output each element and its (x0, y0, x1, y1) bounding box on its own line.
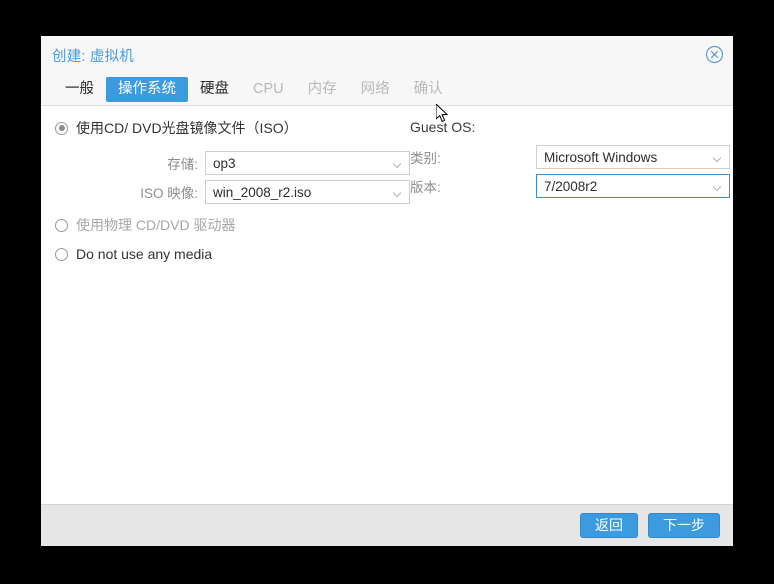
os-type-select[interactable]: Microsoft Windows (536, 145, 730, 169)
storage-value: op3 (213, 155, 236, 171)
os-version-select[interactable]: 7/2008r2 (536, 174, 730, 198)
tab-memory: 内存 (307, 80, 337, 97)
radio-use-physical-drive[interactable]: 使用物理 CD/DVD 驱动器 (55, 214, 410, 236)
tab-os[interactable]: 操作系统 (106, 76, 188, 102)
os-type-label: 类别: (410, 151, 441, 166)
storage-field-row: 存储: op3 (55, 151, 410, 175)
chevron-down-icon (714, 155, 722, 160)
radio-use-physical-drive-indicator (55, 218, 68, 232)
create-vm-dialog: 创建: 虚拟机 一般 操作系统 硬盘 CPU 内存 网络 确认 使用CD/ DV… (41, 36, 733, 546)
os-version-field-row: 版本: 7/2008r2 (410, 174, 730, 198)
guest-os-section: Guest OS: 类别: Microsoft Windows 版本: 7/20… (410, 106, 730, 198)
iso-image-select[interactable]: win_2008_r2.iso (205, 180, 410, 204)
os-version-label: 版本: (410, 180, 441, 195)
dialog-title: 创建: 虚拟机 (52, 49, 134, 65)
close-icon[interactable] (705, 45, 724, 64)
tab-general[interactable]: 一般 (53, 77, 106, 102)
radio-no-media-label: Do not use any media (76, 246, 213, 262)
chevron-down-icon (394, 161, 402, 166)
radio-use-iso-indicator (55, 121, 68, 135)
dialog-body: 使用CD/ DVD光盘镜像文件（ISO） 存储: op3 ISO 映像: win… (41, 106, 733, 504)
storage-select[interactable]: op3 (205, 151, 410, 175)
back-button[interactable]: 返回 (580, 513, 638, 538)
iso-image-value: win_2008_r2.iso (213, 184, 312, 200)
iso-image-label: ISO 映像: (140, 186, 198, 201)
os-type-field-row: 类别: Microsoft Windows (410, 145, 730, 169)
radio-use-iso[interactable]: 使用CD/ DVD光盘镜像文件（ISO） (55, 117, 410, 139)
tab-bar: 一般 操作系统 硬盘 CPU 内存 网络 确认 (53, 76, 455, 102)
dialog-footer: 返回 下一步 (41, 504, 733, 546)
tab-network: 网络 (360, 80, 390, 97)
radio-use-iso-label: 使用CD/ DVD光盘镜像文件（ISO） (76, 120, 298, 136)
os-type-value: Microsoft Windows (544, 149, 658, 165)
radio-no-media[interactable]: Do not use any media (55, 243, 410, 265)
chevron-down-icon (394, 190, 402, 195)
storage-label: 存储: (167, 157, 198, 172)
radio-no-media-indicator (55, 247, 68, 261)
radio-use-physical-drive-label: 使用物理 CD/DVD 驱动器 (76, 217, 236, 233)
tab-confirm: 确认 (413, 80, 443, 97)
os-version-value: 7/2008r2 (544, 178, 598, 194)
dialog-header: 创建: 虚拟机 一般 操作系统 硬盘 CPU 内存 网络 确认 (41, 36, 733, 106)
chevron-down-icon (714, 184, 722, 189)
iso-image-field-row: ISO 映像: win_2008_r2.iso (55, 180, 410, 204)
tab-cpu: CPU (253, 80, 284, 97)
guest-os-heading: Guest OS: (410, 119, 476, 135)
next-button[interactable]: 下一步 (648, 513, 720, 538)
media-source-section: 使用CD/ DVD光盘镜像文件（ISO） 存储: op3 ISO 映像: win… (55, 106, 410, 265)
tab-disk[interactable]: 硬盘 (188, 77, 241, 102)
